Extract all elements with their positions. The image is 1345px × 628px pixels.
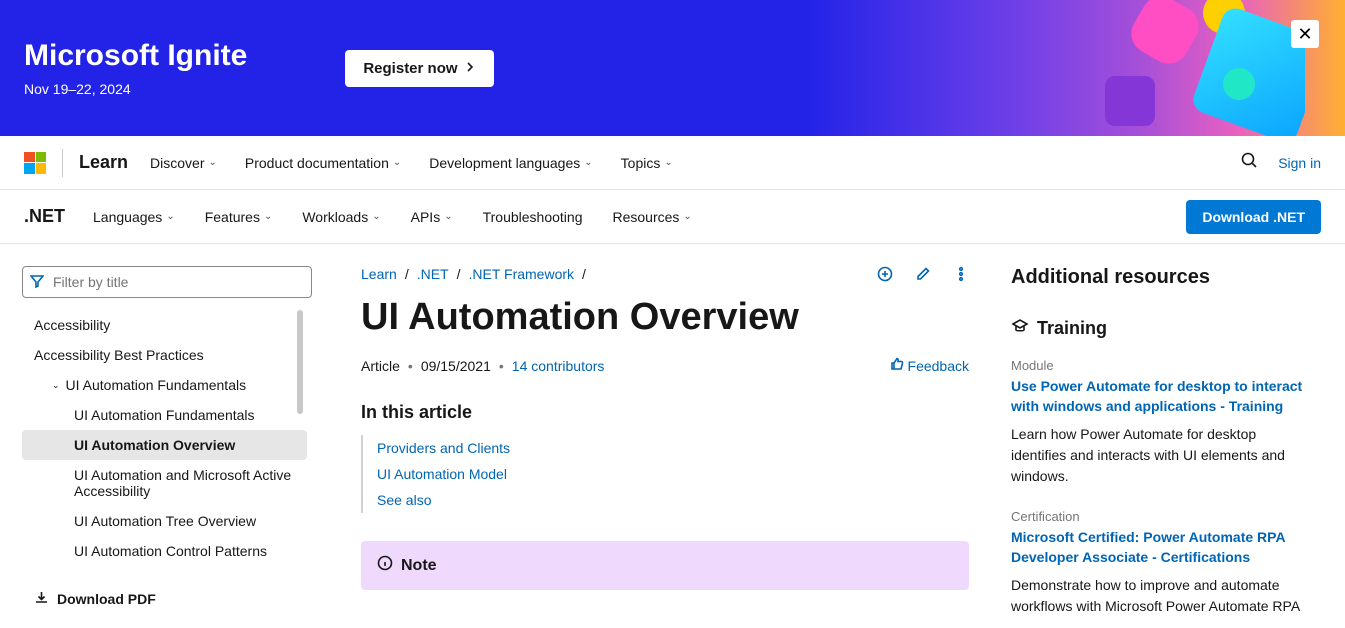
edit-icon[interactable] xyxy=(915,266,931,287)
nav-dev-languages[interactable]: Development languages⌄ xyxy=(423,151,598,175)
subnav-features[interactable]: Features⌄ xyxy=(199,205,279,229)
toc-item[interactable]: UI Automation Fundamentals xyxy=(22,400,307,430)
filter-input[interactable] xyxy=(22,266,312,298)
subnav-apis[interactable]: APIs⌄ xyxy=(405,205,459,229)
toc-item[interactable]: Accessibility Best Practices xyxy=(22,340,307,370)
feedback-button[interactable]: Feedback xyxy=(890,357,969,374)
training-heading: Training xyxy=(1037,318,1107,339)
toc-item-expandable[interactable]: ⌄ UI Automation Fundamentals xyxy=(22,370,307,400)
register-button[interactable]: Register now xyxy=(345,50,493,87)
module-link[interactable]: Use Power Automate for desktop to intera… xyxy=(1011,377,1309,416)
download-dotnet-button[interactable]: Download .NET xyxy=(1186,200,1321,234)
note-label: Note xyxy=(401,557,437,575)
crumb-dotnet[interactable]: .NET xyxy=(417,266,449,282)
contributors-link[interactable]: 14 contributors xyxy=(512,358,605,374)
chevron-down-icon: ⌄ xyxy=(264,211,272,222)
sub-nav: .NET Languages⌄ Features⌄ Workloads⌄ API… xyxy=(0,190,1345,244)
toc-item[interactable]: UI Automation Control Patterns xyxy=(22,536,307,566)
ita-link[interactable]: UI Automation Model xyxy=(377,461,969,487)
chevron-down-icon: ⌄ xyxy=(683,211,691,222)
toc-item[interactable]: Accessibility xyxy=(22,310,307,340)
nav-product-docs[interactable]: Product documentation⌄ xyxy=(239,151,407,175)
more-icon[interactable] xyxy=(953,266,969,287)
main-content: Learn/ .NET/ .NET Framework/ UI Automati… xyxy=(315,244,1005,628)
aside-title: Additional resources xyxy=(1011,266,1309,289)
close-icon: ✕ xyxy=(1297,24,1312,45)
scrollbar-track[interactable] xyxy=(299,310,305,568)
brand-learn[interactable]: Learn xyxy=(79,152,128,173)
scrollbar-thumb[interactable] xyxy=(297,310,303,414)
subnav-resources[interactable]: Resources⌄ xyxy=(606,205,697,229)
download-icon xyxy=(34,590,49,608)
add-icon[interactable] xyxy=(877,266,893,287)
content-type: Article xyxy=(361,358,400,374)
subnav-title[interactable]: .NET xyxy=(24,206,65,227)
banner-title: Microsoft Ignite xyxy=(24,39,247,73)
download-pdf-button[interactable]: Download PDF xyxy=(22,582,307,616)
info-icon xyxy=(377,555,393,576)
subnav-languages[interactable]: Languages⌄ xyxy=(87,205,181,229)
close-banner-button[interactable]: ✕ xyxy=(1291,20,1319,48)
nav-discover[interactable]: Discover⌄ xyxy=(144,151,223,175)
top-nav: Learn Discover⌄ Product documentation⌄ D… xyxy=(0,136,1345,190)
chevron-down-icon: ⌄ xyxy=(584,157,592,168)
module-label: Module xyxy=(1011,358,1309,373)
filter-icon xyxy=(30,274,44,293)
cert-label: Certification xyxy=(1011,509,1309,524)
breadcrumb: Learn/ .NET/ .NET Framework/ xyxy=(361,266,877,282)
article-date: 09/15/2021 xyxy=(421,358,491,374)
toc-item[interactable]: UI Automation Tree Overview xyxy=(22,506,307,536)
toc-item-selected[interactable]: UI Automation Overview xyxy=(22,430,307,460)
aside: Additional resources Training Module Use… xyxy=(1005,244,1329,628)
subnav-troubleshooting[interactable]: Troubleshooting xyxy=(477,205,589,229)
crumb-framework[interactable]: .NET Framework xyxy=(468,266,574,282)
in-this-article-title: In this article xyxy=(361,402,969,423)
signin-link[interactable]: Sign in xyxy=(1278,155,1321,171)
chevron-right-icon xyxy=(464,60,476,77)
cert-body: Demonstrate how to improve and automate … xyxy=(1011,575,1309,617)
ita-link[interactable]: See also xyxy=(377,487,969,513)
search-icon[interactable] xyxy=(1240,151,1258,174)
toc-item[interactable]: UI Automation and Microsoft Active Acces… xyxy=(22,460,307,506)
banner-date: Nov 19–22, 2024 xyxy=(24,81,247,97)
sidebar: Accessibility Accessibility Best Practic… xyxy=(0,244,315,628)
chevron-down-icon: ⌄ xyxy=(166,211,174,222)
chevron-down-icon: ⌄ xyxy=(52,380,60,391)
microsoft-logo-icon[interactable] xyxy=(24,152,46,174)
thumbs-up-icon xyxy=(890,357,904,374)
crumb-learn[interactable]: Learn xyxy=(361,266,397,282)
toc: Accessibility Accessibility Best Practic… xyxy=(22,310,307,568)
module-body: Learn how Power Automate for desktop ide… xyxy=(1011,424,1309,487)
chevron-down-icon: ⌄ xyxy=(209,157,217,168)
ita-link[interactable]: Providers and Clients xyxy=(377,435,969,461)
subnav-workloads[interactable]: Workloads⌄ xyxy=(296,205,386,229)
article-meta: Article • 09/15/2021 • 14 contributors F… xyxy=(361,357,969,374)
ignite-banner: Microsoft Ignite Nov 19–22, 2024 Registe… xyxy=(0,0,1345,136)
chevron-down-icon: ⌄ xyxy=(393,157,401,168)
chevron-down-icon: ⌄ xyxy=(372,211,380,222)
cert-link[interactable]: Microsoft Certified: Power Automate RPA … xyxy=(1011,528,1309,567)
chevron-down-icon: ⌄ xyxy=(444,211,452,222)
note-box: Note xyxy=(361,541,969,590)
training-icon xyxy=(1011,317,1029,340)
page-title: UI Automation Overview xyxy=(361,296,969,339)
chevron-down-icon: ⌄ xyxy=(664,157,672,168)
nav-topics[interactable]: Topics⌄ xyxy=(615,151,679,175)
